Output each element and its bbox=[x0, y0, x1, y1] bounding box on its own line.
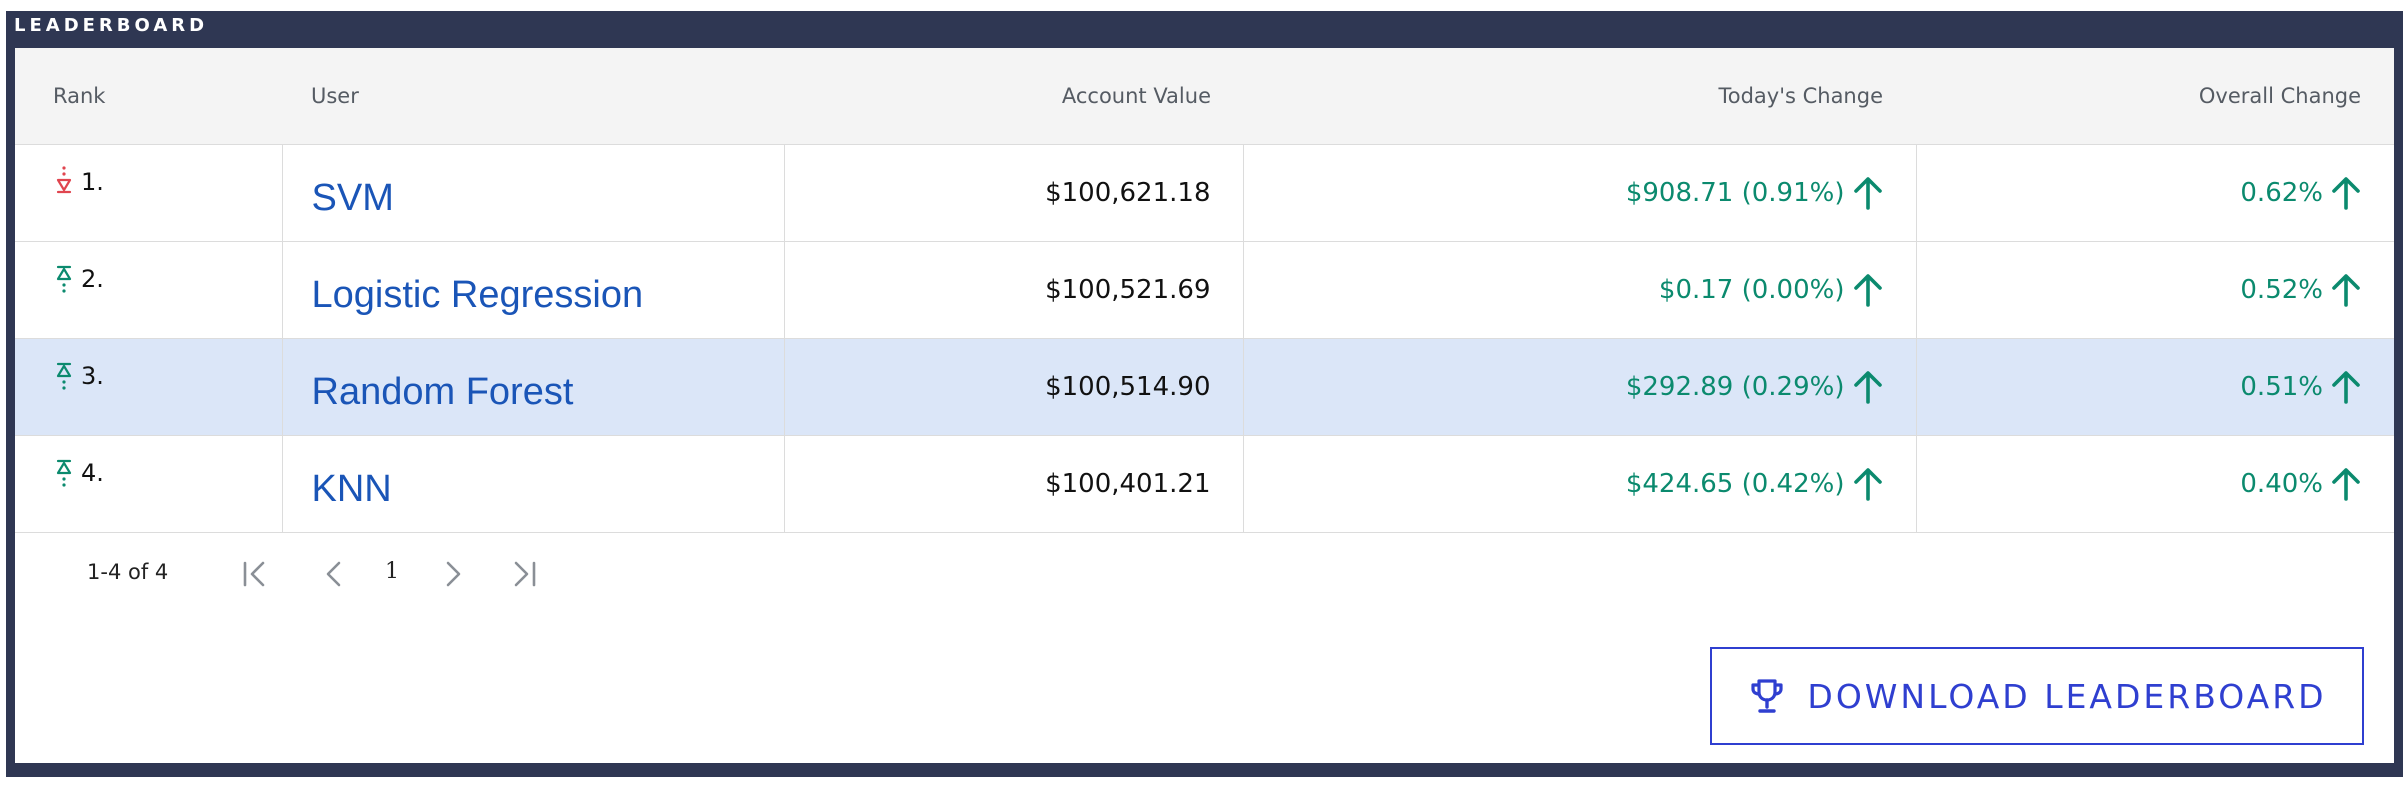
overall-change-cell: 0.40% bbox=[1915, 434, 2394, 533]
user-cell: Logistic Regression bbox=[281, 240, 784, 339]
download-leaderboard-label: DOWNLOAD LEADERBOARD bbox=[1807, 676, 2327, 716]
pagination-range: 1-4 of 4 bbox=[87, 560, 169, 584]
rank-up-icon bbox=[56, 362, 72, 390]
todays-change-cell: $292.89 (0.29%) bbox=[1242, 337, 1916, 436]
arrow-up-icon bbox=[2332, 467, 2360, 501]
arrow-up-icon bbox=[2332, 370, 2360, 404]
rank-number: 3. bbox=[81, 362, 104, 390]
account-value-cell: $100,514.90 bbox=[783, 337, 1243, 436]
rank-cell: 4. bbox=[15, 434, 282, 533]
todays-change-cell: $0.17 (0.00%) bbox=[1242, 240, 1916, 339]
leaderboard-panel: Rank User Account Value Today's Change O… bbox=[15, 48, 2394, 763]
arrow-up-icon bbox=[1853, 370, 1882, 404]
rank-number: 1. bbox=[81, 168, 104, 196]
rank-cell: 2. bbox=[15, 240, 282, 339]
previous-page-icon[interactable] bbox=[317, 556, 353, 592]
rank-down-icon bbox=[56, 166, 72, 194]
overall-change-value: 0.51% bbox=[2240, 371, 2323, 402]
user-link[interactable]: Random Forest bbox=[312, 371, 574, 413]
todays-change-value: $424.65 (0.42%) bbox=[1625, 468, 1845, 499]
rank-indicator: 1. bbox=[53, 165, 104, 199]
leaderboard-frame: LEADERBOARD Rank User Account Value Toda… bbox=[6, 11, 2403, 777]
rank-up-icon bbox=[56, 459, 72, 487]
arrow-up-icon bbox=[2332, 176, 2360, 210]
table-row[interactable]: 3. Random Forest $100,514.90 $292.89 (0.… bbox=[15, 337, 2394, 436]
last-page-icon[interactable] bbox=[506, 556, 542, 592]
account-value: $100,401.21 bbox=[1045, 468, 1211, 499]
leaderboard-table: Rank User Account Value Today's Change O… bbox=[15, 48, 2394, 533]
overall-change: 0.40% bbox=[2240, 466, 2361, 502]
overall-change-cell: 0.52% bbox=[1915, 240, 2394, 339]
rank-number: 4. bbox=[81, 459, 104, 487]
overall-change: 0.51% bbox=[2240, 369, 2361, 405]
todays-change-value: $908.71 (0.91%) bbox=[1625, 177, 1845, 208]
account-value: $100,521.69 bbox=[1045, 274, 1211, 305]
user-link[interactable]: KNN bbox=[312, 468, 392, 510]
next-page-icon[interactable] bbox=[435, 556, 471, 592]
user-link[interactable]: SVM bbox=[312, 177, 394, 219]
column-header-rank[interactable]: Rank bbox=[15, 48, 282, 144]
arrow-up-icon bbox=[2332, 273, 2360, 307]
account-value-cell: $100,621.18 bbox=[783, 143, 1243, 242]
table-header-row: Rank User Account Value Today's Change O… bbox=[15, 48, 2394, 144]
table-row[interactable]: 4. KNN $100,401.21 $424.65 (0.42%) 0.40% bbox=[15, 434, 2394, 533]
arrow-up-icon bbox=[1853, 467, 1882, 501]
trophy-icon bbox=[1751, 679, 1784, 713]
account-value-cell: $100,521.69 bbox=[783, 240, 1243, 339]
overall-change-value: 0.52% bbox=[2240, 274, 2323, 305]
rank-number: 2. bbox=[81, 265, 104, 293]
account-value-cell: $100,401.21 bbox=[783, 434, 1243, 533]
todays-change-value: $292.89 (0.29%) bbox=[1625, 371, 1845, 402]
overall-change-value: 0.62% bbox=[2240, 177, 2323, 208]
current-page-number[interactable]: 1 bbox=[385, 559, 399, 584]
user-cell: KNN bbox=[281, 434, 784, 533]
todays-change: $0.17 (0.00%) bbox=[1659, 272, 1883, 308]
rank-indicator: 3. bbox=[53, 359, 104, 393]
leaderboard-rows: 1. SVM $100,621.18 $908.71 (0.91%) 0.62% bbox=[15, 143, 2394, 533]
column-header-user[interactable]: User bbox=[282, 48, 784, 144]
user-cell: Random Forest bbox=[281, 337, 784, 436]
overall-change-cell: 0.51% bbox=[1915, 337, 2394, 436]
rank-indicator: 2. bbox=[53, 262, 104, 296]
rank-cell: 1. bbox=[15, 143, 282, 242]
account-value: $100,621.18 bbox=[1045, 177, 1211, 208]
download-leaderboard-button[interactable]: DOWNLOAD LEADERBOARD bbox=[1710, 647, 2364, 745]
todays-change-value: $0.17 (0.00%) bbox=[1658, 274, 1845, 305]
table-row[interactable]: 2. Logistic Regression $100,521.69 $0.17… bbox=[15, 240, 2394, 339]
rank-up-icon bbox=[56, 265, 72, 293]
overall-change: 0.52% bbox=[2240, 272, 2361, 308]
rank-cell: 3. bbox=[15, 337, 282, 436]
column-header-overall-change[interactable]: Overall Change bbox=[1916, 48, 2394, 144]
todays-change-cell: $908.71 (0.91%) bbox=[1242, 143, 1916, 242]
todays-change-cell: $424.65 (0.42%) bbox=[1242, 434, 1916, 533]
column-header-todays-change[interactable]: Today's Change bbox=[1243, 48, 1916, 144]
first-page-icon[interactable] bbox=[237, 556, 273, 592]
overall-change-cell: 0.62% bbox=[1915, 143, 2394, 242]
rank-indicator: 4. bbox=[53, 456, 104, 490]
todays-change: $424.65 (0.42%) bbox=[1626, 466, 1883, 502]
column-header-account-value[interactable]: Account Value bbox=[784, 48, 1243, 144]
table-row[interactable]: 1. SVM $100,621.18 $908.71 (0.91%) 0.62% bbox=[15, 143, 2394, 242]
leaderboard-title: LEADERBOARD bbox=[14, 15, 209, 36]
arrow-up-icon bbox=[1853, 273, 1882, 307]
arrow-up-icon bbox=[1853, 176, 1882, 210]
pagination: 1-4 of 4 1 bbox=[15, 548, 715, 598]
todays-change: $908.71 (0.91%) bbox=[1626, 175, 1883, 211]
overall-change: 0.62% bbox=[2240, 175, 2361, 211]
todays-change: $292.89 (0.29%) bbox=[1626, 369, 1883, 405]
user-link[interactable]: Logistic Regression bbox=[312, 274, 644, 316]
account-value: $100,514.90 bbox=[1045, 371, 1211, 402]
user-cell: SVM bbox=[281, 143, 784, 242]
overall-change-value: 0.40% bbox=[2240, 468, 2323, 499]
